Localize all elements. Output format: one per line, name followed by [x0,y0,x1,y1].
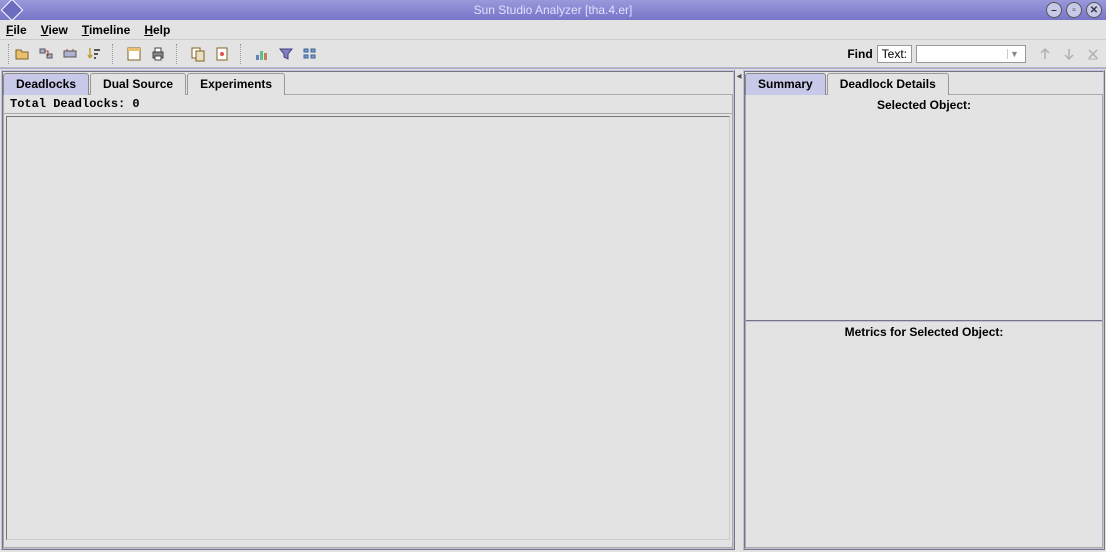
toolbar: Find Text: ▼ [0,40,1106,68]
sort-icon[interactable] [86,46,102,62]
deadlocks-list [6,116,730,540]
tab-deadlock-details[interactable]: Deadlock Details [827,73,949,95]
find-prev-icon[interactable] [1038,47,1052,61]
tab-deadlocks[interactable]: Deadlocks [3,73,89,95]
splitter-arrow-icon: ◂ [736,71,741,82]
window-controls: – ▫ ✕ [1046,2,1102,18]
chart-icon[interactable] [254,46,270,62]
menu-file[interactable]: File [6,23,27,37]
collapse-icon[interactable] [62,46,78,62]
print-icon[interactable] [150,46,166,62]
find-section: Find Text: ▼ [847,45,1100,63]
metrics-header: Metrics for Selected Object: [746,322,1102,342]
maximize-button[interactable]: ▫ [1066,2,1082,18]
left-tabbar: Deadlocks Dual Source Experiments [3,72,733,94]
bookmark-icon[interactable] [214,46,230,62]
right-content: Selected Object: Metrics for Selected Ob… [745,94,1103,548]
toolbar-icons [14,44,318,64]
find-label: Find [847,47,872,61]
left-pane: Deadlocks Dual Source Experiments Total … [1,70,735,550]
menu-help[interactable]: Help [144,23,170,37]
main-area: Deadlocks Dual Source Experiments Total … [0,68,1106,551]
vertical-splitter[interactable]: ◂ [736,69,742,551]
filter-icon[interactable] [278,46,294,62]
separator [176,44,180,64]
combine-icon[interactable] [38,46,54,62]
tab-dual-source[interactable]: Dual Source [90,73,186,95]
open-icon[interactable] [14,46,30,62]
separator [240,44,244,64]
selected-object-panel: Selected Object: [746,95,1102,322]
app-icon [1,0,24,21]
right-tabbar: Summary Deadlock Details [745,72,1103,94]
find-mode-value: Text: [882,47,907,61]
menu-view[interactable]: View [41,23,68,37]
window-title: Sun Studio Analyzer [tha.4.er] [474,3,633,17]
close-button[interactable]: ✕ [1086,2,1102,18]
minimize-button[interactable]: – [1046,2,1062,18]
copy-icon[interactable] [190,46,206,62]
left-content: Total Deadlocks: 0 [3,94,733,548]
tab-experiments[interactable]: Experiments [187,73,285,95]
new-window-icon[interactable] [126,46,142,62]
metrics-panel: Metrics for Selected Object: [746,322,1102,547]
menubar: File View Timeline Help [0,20,1106,40]
find-mode-dropdown[interactable]: Text: [877,45,912,63]
selected-object-header: Selected Object: [746,95,1102,115]
find-nav [1038,47,1100,61]
tab-summary[interactable]: Summary [745,73,826,95]
find-input-wrap: ▼ [916,45,1026,63]
find-history-dropdown-icon[interactable]: ▼ [1007,49,1021,59]
menu-timeline[interactable]: Timeline [82,23,130,37]
find-input[interactable] [917,47,1007,61]
deadlocks-status: Total Deadlocks: 0 [4,95,732,114]
window-titlebar: Sun Studio Analyzer [tha.4.er] – ▫ ✕ [0,0,1106,20]
settings-icon[interactable] [302,46,318,62]
find-clear-icon[interactable] [1086,47,1100,61]
find-next-icon[interactable] [1062,47,1076,61]
separator [112,44,116,64]
right-pane: Summary Deadlock Details Selected Object… [743,70,1105,550]
toolbar-grip [8,44,12,64]
